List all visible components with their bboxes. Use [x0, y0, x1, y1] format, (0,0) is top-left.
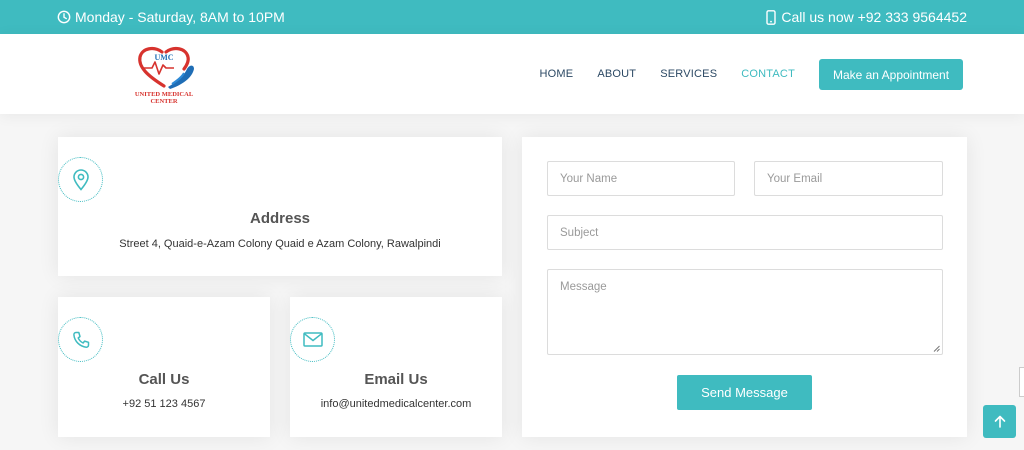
address-card: Address Street 4, Quaid-e-Azam Colony Qu… — [58, 137, 502, 276]
make-appointment-button[interactable]: Make an Appointment — [819, 59, 963, 90]
logo-text: UNITED MEDICAL CENTER — [128, 91, 200, 105]
logo-text-line2: CENTER — [150, 98, 178, 105]
site-header: UMC UNITED MEDICAL CENTER HOME ABOUT SER… — [0, 34, 1024, 114]
contact-form: Your Name Your Email Subject Message Sen… — [522, 137, 967, 437]
top-bar: Monday - Saturday, 8AM to 10PM Call us n… — [0, 0, 1024, 34]
top-call-text[interactable]: Call us now +92 333 9564452 — [781, 9, 967, 25]
envelope-icon — [290, 317, 335, 362]
opening-hours: Monday - Saturday, 8AM to 10PM — [57, 9, 285, 25]
call-text[interactable]: +92 51 123 4567 — [58, 398, 270, 410]
subject-input[interactable]: Subject — [547, 215, 943, 250]
back-to-top-button[interactable] — [983, 405, 1016, 438]
main-nav: HOME ABOUT SERVICES CONTACT — [540, 68, 796, 80]
arrow-up-icon — [994, 415, 1005, 428]
nav-home[interactable]: HOME — [540, 68, 574, 80]
nav-about[interactable]: ABOUT — [597, 68, 636, 80]
send-message-button[interactable]: Send Message — [677, 375, 812, 410]
nav-contact[interactable]: CONTACT — [741, 68, 795, 80]
phone-mobile-icon — [766, 9, 777, 25]
email-card: Email Us info@unitedmedicalcenter.com — [290, 297, 502, 437]
side-widget-tab[interactable] — [1019, 367, 1024, 397]
logo-text-line1: UNITED MEDICAL — [134, 91, 194, 98]
email-title: Email Us — [364, 371, 428, 388]
message-textarea[interactable]: Message — [547, 269, 943, 355]
clock-icon — [57, 10, 71, 24]
message-placeholder: Message — [560, 281, 607, 293]
opening-hours-text: Monday - Saturday, 8AM to 10PM — [75, 9, 285, 25]
name-input[interactable]: Your Name — [547, 161, 735, 196]
logo-initials: UMC — [154, 53, 173, 62]
nav-services[interactable]: SERVICES — [660, 68, 717, 80]
address-title: Address — [249, 210, 311, 227]
call-title: Call Us — [138, 371, 190, 388]
address-text: Street 4, Quaid-e-Azam Colony Quaid e Az… — [119, 238, 441, 250]
site-logo[interactable]: UMC UNITED MEDICAL CENTER — [128, 40, 200, 110]
resize-handle-icon[interactable] — [933, 345, 940, 352]
logo-heart-hand-icon: UMC — [138, 46, 194, 89]
top-call[interactable]: Call us now +92 333 9564452 — [766, 9, 967, 25]
phone-icon — [58, 317, 103, 362]
map-pin-icon — [58, 157, 103, 202]
email-text[interactable]: info@unitedmedicalcenter.com — [290, 398, 502, 410]
call-card: Call Us +92 51 123 4567 — [58, 297, 270, 437]
email-input[interactable]: Your Email — [754, 161, 943, 196]
